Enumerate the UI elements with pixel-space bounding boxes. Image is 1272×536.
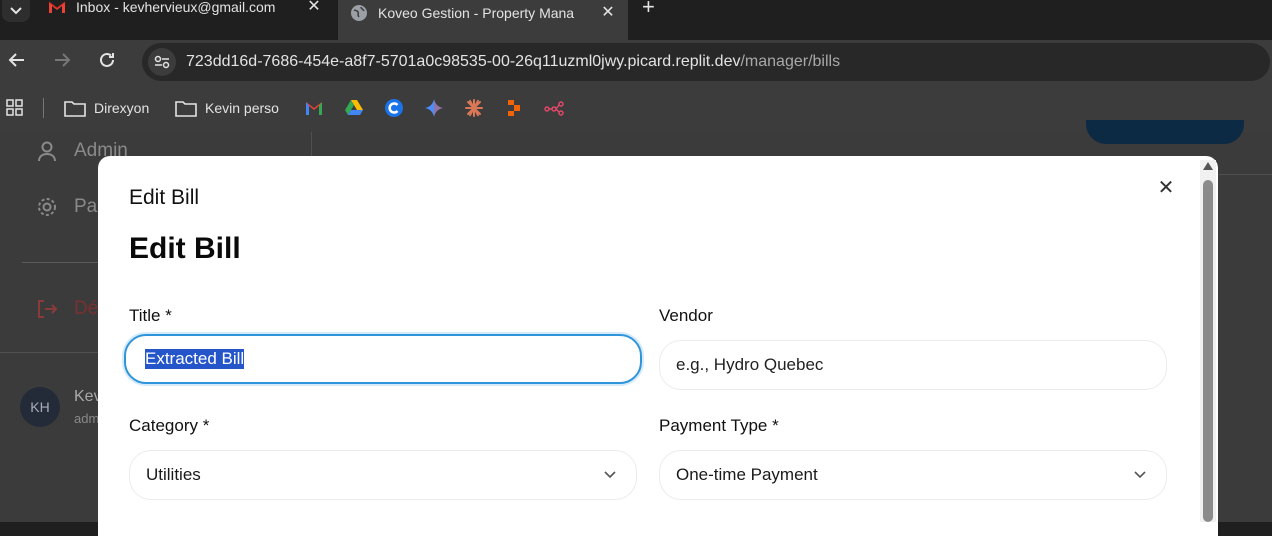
edit-bill-dialog: ✕ Edit Bill Edit Bill Title * Extracted …: [98, 156, 1218, 536]
url-host: 723dd16d-7686-454e-a8f7-5701a0c98535-00-…: [186, 53, 741, 70]
vendor-placeholder: e.g., Hydro Quebec: [676, 355, 824, 374]
sidebar-item-label: Pa: [74, 196, 98, 217]
gemini-icon[interactable]: [424, 98, 444, 118]
sidebar-item-logout[interactable]: Dé: [36, 298, 98, 320]
workflow-icon[interactable]: [544, 98, 564, 118]
page-title: Edit Bill: [129, 232, 241, 265]
bookmark-folder-kevin-perso[interactable]: Kevin perso: [175, 96, 279, 120]
tab-title: Inbox - kevhervieux@gmail.com: [76, 0, 276, 15]
folder-icon: [175, 101, 197, 117]
header-action-button: [1086, 120, 1244, 144]
title-label: Title *: [129, 306, 172, 325]
url-text: 723dd16d-7686-454e-a8f7-5701a0c98535-00-…: [186, 53, 840, 71]
reload-button[interactable]: [96, 51, 118, 73]
payment-type-value: One-time Payment: [676, 465, 818, 484]
gmail-icon[interactable]: [304, 98, 324, 118]
c-app-icon[interactable]: [384, 98, 404, 118]
browser-toolbar: 723dd16d-7686-454e-a8f7-5701a0c98535-00-…: [0, 40, 1272, 84]
sidebar-item-parametres[interactable]: Pa: [36, 196, 97, 218]
new-tab-button[interactable]: +: [642, 0, 655, 20]
vendor-input[interactable]: e.g., Hydro Quebec: [659, 340, 1167, 390]
avatar[interactable]: KH: [20, 387, 60, 427]
back-button[interactable]: [6, 51, 28, 73]
arrow-left-icon: [8, 53, 24, 67]
category-select[interactable]: Utilities: [129, 450, 637, 500]
title-input-value: Extracted Bill: [145, 349, 245, 369]
bookmark-label: Kevin perso: [205, 100, 279, 116]
tab-title: Koveo Gestion - Property Mana: [378, 5, 575, 21]
scroll-up-arrow-icon[interactable]: [1203, 162, 1213, 170]
bookmark-label: Direxyon: [94, 100, 150, 116]
reload-icon: [100, 52, 114, 67]
close-icon[interactable]: ✕: [1156, 178, 1176, 198]
gmail-icon: [48, 1, 66, 13]
dialog-scrollbar[interactable]: [1200, 160, 1216, 522]
category-value: Utilities: [146, 465, 201, 484]
folder-icon: [64, 101, 86, 117]
scrollbar-thumb[interactable]: [1203, 180, 1213, 522]
tab-strip: Inbox - kevhervieux@gmail.com ✕ Koveo Ge…: [0, 0, 1272, 40]
title-input[interactable]: Extracted Bill: [124, 334, 642, 384]
chevron-down-icon: [1134, 471, 1146, 479]
tab-search-button[interactable]: [2, 0, 30, 22]
category-label: Category *: [129, 416, 210, 435]
arrow-right-icon: [55, 53, 71, 67]
site-info-button[interactable]: [148, 48, 176, 76]
forward-button[interactable]: [51, 51, 73, 73]
claude-icon[interactable]: [464, 98, 484, 118]
close-icon[interactable]: ✕: [306, 0, 322, 15]
close-icon[interactable]: ✕: [600, 5, 616, 21]
url-path: /manager/bills: [740, 53, 841, 70]
tune-icon: [154, 55, 170, 69]
payment-type-select[interactable]: One-time Payment: [659, 450, 1167, 500]
globe-icon: [351, 5, 367, 21]
tab-inbox[interactable]: Inbox - kevhervieux@gmail.com ✕: [36, 0, 334, 28]
bookmarks-divider: [43, 98, 44, 118]
chevron-down-icon: [10, 7, 22, 15]
vendor-label: Vendor: [659, 306, 713, 325]
user-icon: [38, 141, 56, 162]
sidebar-item-label: Dé: [74, 298, 99, 319]
bookmark-folder-direxyon[interactable]: Direxyon: [64, 96, 149, 120]
payment-type-label: Payment Type *: [659, 416, 779, 435]
replit-icon[interactable]: [504, 98, 524, 118]
tab-koveo[interactable]: Koveo Gestion - Property Mana ✕: [338, 0, 628, 40]
address-bar[interactable]: 723dd16d-7686-454e-a8f7-5701a0c98535-00-…: [142, 43, 1270, 81]
user-role: adm: [74, 411, 100, 426]
bookmarks-bar: Direxyon Kevin perso: [0, 84, 1272, 132]
gear-icon: [38, 198, 56, 216]
dialog-header: Edit Bill: [129, 186, 200, 209]
chevron-down-icon: [604, 471, 616, 479]
google-drive-icon[interactable]: [344, 98, 364, 118]
logout-icon: [38, 300, 58, 318]
apps-grid-icon[interactable]: [5, 98, 25, 118]
